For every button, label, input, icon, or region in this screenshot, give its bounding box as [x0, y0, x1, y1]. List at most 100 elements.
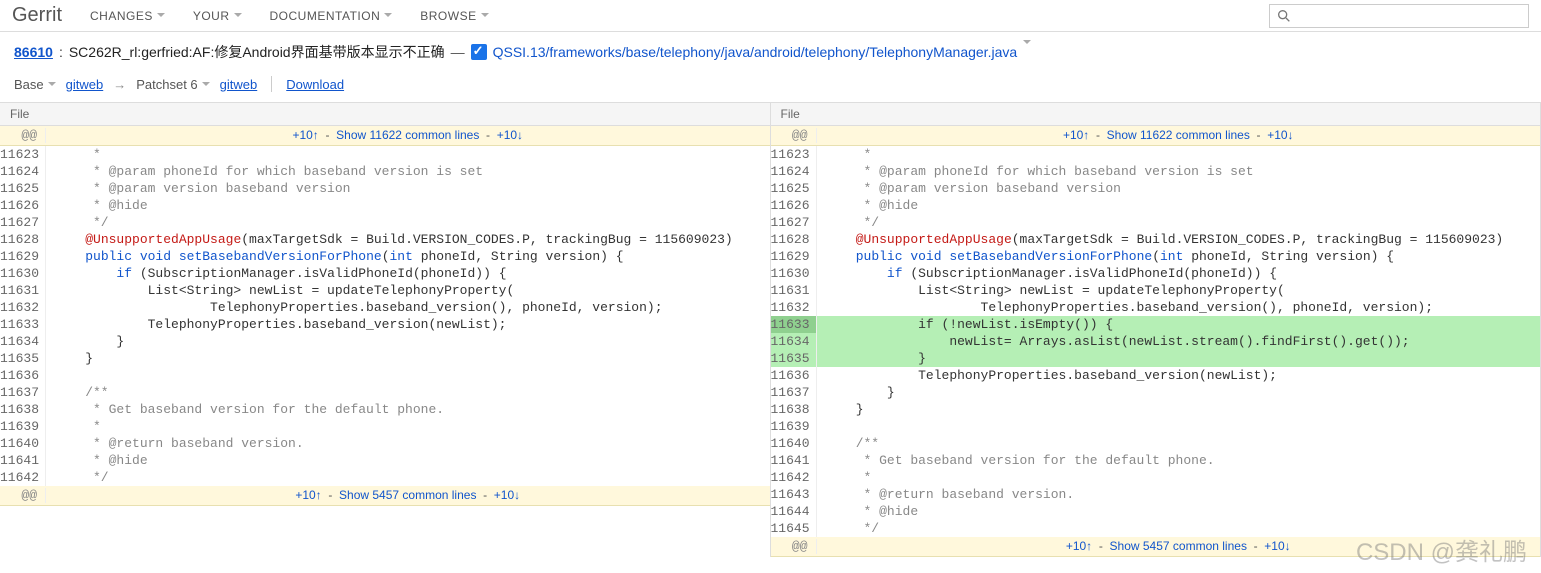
code-line[interactable]: 11626 * @hide: [771, 197, 1541, 214]
code-line[interactable]: 11639 *: [0, 418, 770, 435]
code-content: * @param phoneId for which baseband vers…: [817, 163, 1541, 180]
code-line[interactable]: 11637 }: [771, 384, 1541, 401]
hunk-header[interactable]: @@ +10↑ - Show 5457 common lines - +10↓: [0, 486, 770, 506]
code-content: * Get baseband version for the default p…: [817, 452, 1541, 469]
app-logo[interactable]: Gerrit: [12, 4, 62, 27]
code-content: if (SubscriptionManager.isValidPhoneId(p…: [817, 265, 1541, 282]
code-line[interactable]: 11625 * @param version baseband version: [0, 180, 770, 197]
diff-left-side: File @@ +10↑ - Show 11622 common lines -…: [0, 102, 771, 557]
hunk-header[interactable]: @@ +10↑ - Show 11622 common lines - +10↓: [0, 126, 770, 146]
line-number: 11638: [0, 401, 46, 418]
code-line[interactable]: 11633 TelephonyProperties.baseband_versi…: [0, 316, 770, 333]
code-line[interactable]: 11644 * @hide: [771, 503, 1541, 520]
code-line[interactable]: 11637 /**: [0, 384, 770, 401]
line-number: 11626: [0, 197, 46, 214]
code-line[interactable]: 11631 List<String> newList = updateTelep…: [771, 282, 1541, 299]
code-line[interactable]: 11629 public void setBasebandVersionForP…: [771, 248, 1541, 265]
code-content: if (SubscriptionManager.isValidPhoneId(p…: [46, 265, 770, 282]
code-content: }: [817, 350, 1541, 367]
line-number: 11624: [771, 163, 817, 180]
nav-your[interactable]: YOUR: [193, 9, 242, 23]
code-line[interactable]: 11636 TelephonyProperties.baseband_versi…: [771, 367, 1541, 384]
code-line[interactable]: 11633 if (!newList.isEmpty()) {: [771, 316, 1541, 333]
code-line[interactable]: 11632 TelephonyProperties.baseband_versi…: [0, 299, 770, 316]
code-content: *: [817, 469, 1541, 486]
code-content: * @hide: [46, 197, 770, 214]
code-line[interactable]: 11643 * @return baseband version.: [771, 486, 1541, 503]
code-content: */: [817, 214, 1541, 231]
code-line[interactable]: 11638 * Get baseband version for the def…: [0, 401, 770, 418]
patchset-selector[interactable]: Patchset 6: [136, 77, 209, 92]
code-line[interactable]: 11631 List<String> newList = updateTelep…: [0, 282, 770, 299]
code-line[interactable]: 11641 * @hide: [0, 452, 770, 469]
code-content: * @return baseband version.: [817, 486, 1541, 503]
nav-documentation[interactable]: DOCUMENTATION: [270, 9, 393, 23]
code-line[interactable]: 11634 }: [0, 333, 770, 350]
nav-changes[interactable]: CHANGES: [90, 9, 165, 23]
download-link[interactable]: Download: [286, 77, 344, 92]
line-number: 11636: [0, 367, 46, 384]
base-selector[interactable]: Base: [14, 77, 56, 92]
code-line[interactable]: 11640 * @return baseband version.: [0, 435, 770, 452]
nav-browse[interactable]: BROWSE: [420, 9, 488, 23]
change-id-link[interactable]: 86610: [14, 44, 53, 60]
line-number: 11642: [771, 469, 817, 486]
code-content: TelephonyProperties.baseband_version(), …: [817, 299, 1541, 316]
code-line[interactable]: 11632 TelephonyProperties.baseband_versi…: [771, 299, 1541, 316]
code-line[interactable]: 11627 */: [0, 214, 770, 231]
code-line[interactable]: 11642 */: [0, 469, 770, 486]
code-line[interactable]: 11625 * @param version baseband version: [771, 180, 1541, 197]
gitweb-base-link[interactable]: gitweb: [66, 77, 104, 92]
gitweb-patchset-link[interactable]: gitweb: [220, 77, 258, 92]
code-line[interactable]: 11623 *: [0, 146, 770, 163]
line-number: 11640: [0, 435, 46, 452]
code-line[interactable]: 11638 }: [771, 401, 1541, 418]
code-line[interactable]: 11635 }: [0, 350, 770, 367]
line-number: 11633: [771, 316, 817, 333]
code-line[interactable]: 11627 */: [771, 214, 1541, 231]
code-line[interactable]: 11626 * @hide: [0, 197, 770, 214]
hunk-header[interactable]: @@ +10↑ - Show 5457 common lines - +10↓: [771, 537, 1541, 557]
line-number: 11642: [0, 469, 46, 486]
code-content: */: [46, 469, 770, 486]
line-number: 11633: [0, 316, 46, 333]
code-line[interactable]: 11629 public void setBasebandVersionForP…: [0, 248, 770, 265]
line-number: 11634: [771, 333, 817, 350]
file-path[interactable]: QSSI.13/frameworks/base/telephony/java/a…: [493, 44, 1018, 60]
line-number: 11630: [0, 265, 46, 282]
code-line[interactable]: 11628 @UnsupportedAppUsage(maxTargetSdk …: [0, 231, 770, 248]
code-line[interactable]: 11624 * @param phoneId for which baseban…: [771, 163, 1541, 180]
search-input[interactable]: [1269, 4, 1529, 28]
code-content: }: [46, 350, 770, 367]
breadcrumb-dash: —: [451, 44, 465, 60]
code-content: }: [817, 384, 1541, 401]
code-line[interactable]: 11639: [771, 418, 1541, 435]
reviewed-checkbox[interactable]: [471, 44, 487, 60]
code-line[interactable]: 11636: [0, 367, 770, 384]
code-line[interactable]: 11628 @UnsupportedAppUsage(maxTargetSdk …: [771, 231, 1541, 248]
file-dropdown-icon[interactable]: [1023, 44, 1031, 60]
line-number: 11643: [771, 486, 817, 503]
code-content: }: [46, 333, 770, 350]
code-line[interactable]: 11630 if (SubscriptionManager.isValidPho…: [0, 265, 770, 282]
search-icon: [1276, 8, 1292, 24]
line-number: 11628: [0, 231, 46, 248]
code-line[interactable]: 11634 newList= Arrays.asList(newList.str…: [771, 333, 1541, 350]
code-line[interactable]: 11641 * Get baseband version for the def…: [771, 452, 1541, 469]
code-line[interactable]: 11624 * @param phoneId for which baseban…: [0, 163, 770, 180]
code-line[interactable]: 11642 *: [771, 469, 1541, 486]
line-number: 11645: [771, 520, 817, 537]
code-line[interactable]: 11630 if (SubscriptionManager.isValidPho…: [771, 265, 1541, 282]
hunk-header[interactable]: @@ +10↑ - Show 11622 common lines - +10↓: [771, 126, 1541, 146]
code-line[interactable]: 11635 }: [771, 350, 1541, 367]
line-number: 11644: [771, 503, 817, 520]
diff-container: File @@ +10↑ - Show 11622 common lines -…: [0, 102, 1541, 557]
code-content: * @param version baseband version: [46, 180, 770, 197]
line-number: 11641: [771, 452, 817, 469]
code-line[interactable]: 11645 */: [771, 520, 1541, 537]
code-content: *: [817, 146, 1541, 163]
code-line[interactable]: 11640 /**: [771, 435, 1541, 452]
line-number: 11626: [771, 197, 817, 214]
code-content: * @hide: [46, 452, 770, 469]
code-line[interactable]: 11623 *: [771, 146, 1541, 163]
